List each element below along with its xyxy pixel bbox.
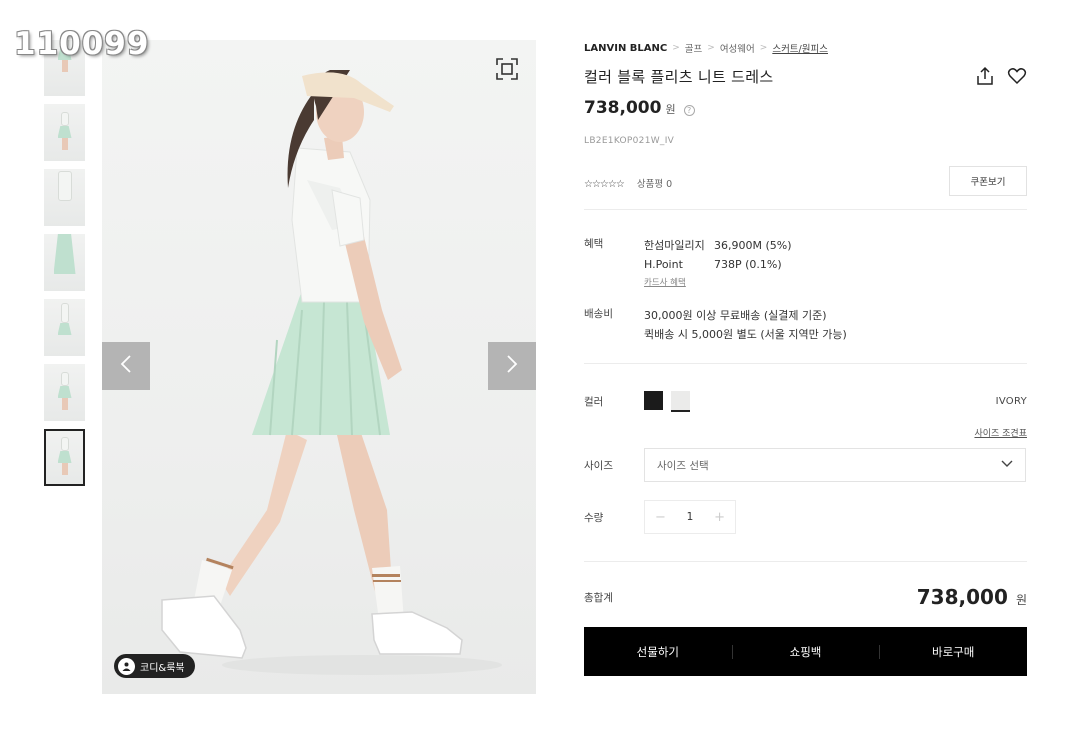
review-count[interactable]: 상품평 0	[637, 179, 672, 190]
breadcrumb-item-golf[interactable]: 골프	[685, 41, 702, 55]
thumbnail-5[interactable]	[44, 299, 85, 356]
price-currency: 원	[665, 103, 676, 116]
breadcrumb-brand[interactable]: LANVIN BLANC	[584, 43, 667, 54]
breadcrumb-item-skirt-dress[interactable]: 스커트/원피스	[772, 41, 828, 55]
breadcrumb-separator-icon: >	[707, 43, 715, 53]
thumbnail-3[interactable]	[44, 169, 85, 226]
thumbnail-4[interactable]	[44, 234, 85, 291]
shopping-bag-button[interactable]: 쇼핑백	[731, 627, 880, 676]
prev-image-button[interactable]	[102, 342, 150, 390]
next-image-button[interactable]	[488, 342, 536, 390]
thumbnail-6[interactable]	[44, 364, 85, 421]
action-bar: 선물하기 쇼핑백 바로구매	[584, 627, 1027, 676]
size-section: 사이즈 사이즈 선택	[584, 448, 1027, 482]
main-product-image: 코디&룩북	[102, 40, 536, 694]
total-price: 738,000	[916, 585, 1008, 609]
breadcrumb-separator-icon: >	[759, 43, 768, 53]
size-select[interactable]: 사이즈 선택	[644, 448, 1026, 482]
benefit-hpoint-value: 738P (0.1%)	[714, 258, 782, 271]
watermark-text: 110099	[14, 26, 150, 62]
quantity-value[interactable]: 1	[687, 511, 694, 523]
size-chart-link[interactable]: 사이즈 조견표	[584, 426, 1027, 439]
share-icon[interactable]	[975, 66, 995, 86]
benefits-label: 혜택	[584, 238, 604, 250]
model-illustration	[161, 70, 502, 675]
breadcrumb-item-womens[interactable]: 여성웨어	[720, 41, 755, 55]
shipping-label: 배송비	[584, 308, 613, 320]
breadcrumb: LANVIN BLANC > 골프 > 여성웨어 > 스커트/원피스	[584, 40, 1027, 56]
size-label: 사이즈	[584, 459, 613, 472]
expand-icon[interactable]	[496, 58, 518, 80]
chevron-down-icon	[1001, 459, 1013, 471]
heart-icon[interactable]	[1007, 66, 1027, 86]
product-title: 컬러 블록 플리츠 니트 드레스	[584, 67, 774, 86]
divider	[584, 363, 1027, 364]
total-currency: 원	[1015, 593, 1027, 607]
thumbnail-2[interactable]	[44, 104, 85, 161]
price-info-icon[interactable]: ?	[683, 105, 695, 116]
gift-button[interactable]: 선물하기	[584, 627, 732, 676]
divider	[584, 561, 1027, 562]
quantity-label: 수량	[584, 511, 604, 524]
color-swatch-black[interactable]	[644, 390, 663, 410]
color-swatch-ivory[interactable]	[671, 390, 690, 412]
hanger-icon	[118, 657, 135, 675]
chevron-right-icon	[506, 354, 518, 378]
quantity-section: 수량 − 1 +	[584, 500, 1027, 534]
shipping-section: 배송비 30,000원 이상 무료배송 (실결제 기준) 퀵배송 시 5,000…	[584, 306, 1027, 344]
color-section: 컬러 IVORY	[584, 390, 1027, 412]
total-section: 총합계 738,000 원	[584, 582, 1027, 612]
codi-badge-label: 코디&룩북	[140, 662, 185, 674]
product-price: 738,000	[584, 98, 662, 118]
benefit-mileage-name: 한섬마일리지	[644, 239, 705, 252]
breadcrumb-separator-icon: >	[672, 43, 680, 53]
rating-stars-icon: ☆☆☆☆☆	[584, 178, 625, 190]
shipping-line-1: 30,000원 이상 무료배송 (실결제 기준)	[644, 309, 827, 322]
buy-now-button[interactable]: 바로구매	[879, 627, 1027, 676]
benefit-hpoint-name: H.Point	[644, 258, 683, 271]
card-benefit-link[interactable]: 카드사 혜택	[644, 276, 792, 288]
quantity-plus-button[interactable]: +	[714, 510, 725, 525]
quantity-stepper: − 1 +	[644, 500, 736, 534]
product-sku: LB2E1KOP021W_IV	[584, 136, 675, 146]
total-label: 총합계	[584, 591, 613, 604]
color-label: 컬러	[584, 395, 604, 408]
quantity-minus-button[interactable]: −	[655, 510, 666, 525]
thumbnail-list	[44, 40, 86, 494]
benefit-mileage-value: 36,900M (5%)	[714, 239, 792, 252]
coupon-button[interactable]: 쿠폰보기	[949, 166, 1027, 196]
thumbnail-7[interactable]	[44, 429, 85, 486]
selected-color: IVORY	[995, 395, 1027, 407]
chevron-left-icon	[120, 354, 132, 378]
codi-lookbook-button[interactable]: 코디&룩북	[114, 654, 195, 678]
divider	[584, 209, 1027, 210]
shipping-line-2: 퀵배송 시 5,000원 별도 (서울 지역만 가능)	[644, 328, 847, 341]
product-info-panel: LANVIN BLANC > 골프 > 여성웨어 > 스커트/원피스 컬러 블록…	[584, 40, 1027, 676]
size-select-placeholder: 사이즈 선택	[657, 459, 709, 472]
benefits-section: 혜택 한섬마일리지 36,900M (5%) H.Point 738P (0.1…	[584, 236, 1027, 288]
